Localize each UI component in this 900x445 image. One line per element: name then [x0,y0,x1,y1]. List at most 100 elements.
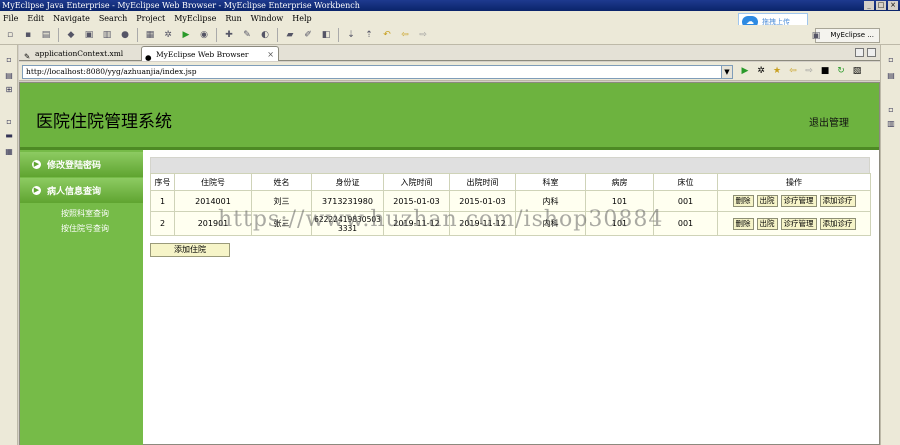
refresh-icon[interactable]: ↻ [835,65,847,77]
sidebar-item-patient-query[interactable]: ▶ 病人信息查询 [20,178,143,203]
restore-icon[interactable]: ▫ [4,117,14,127]
cell-id-card: 622224198305033331 [311,211,384,236]
next-annotation-icon[interactable]: ⇣ [345,29,357,41]
menu-run[interactable]: Run [225,14,241,23]
close-tab-icon[interactable]: × [267,47,274,62]
restore-icon[interactable]: ▫ [4,55,14,65]
chevron-down-icon[interactable]: ▼ [721,66,732,78]
package-explorer-icon[interactable]: ▤ [4,71,14,81]
minimize-editor-icon[interactable] [855,48,864,57]
logout-link[interactable]: 退出管理 [809,114,849,129]
add-treatment-button[interactable]: 添加诊疗 [819,217,856,230]
run-icon[interactable]: ▶ [180,29,192,41]
minimize-icon[interactable]: _ [864,1,874,10]
column-header: 床位 [653,173,718,191]
debug-icon[interactable]: ✲ [162,29,174,41]
cell-bed: 001 [653,211,718,236]
perspective-label: MyEclipse ... [830,31,874,39]
cell-id-card: 3713231980 [311,190,384,212]
forward-icon[interactable]: ⇨ [417,29,429,41]
server-icon[interactable]: ▣ [83,29,95,41]
left-trim-bar: ▫ ▤ ⊞ ▫ ▬ ▦ [0,45,18,445]
menu-window[interactable]: Window [251,14,284,23]
maximize-icon[interactable]: □ [876,1,886,10]
globe-icon[interactable]: ● [119,29,131,41]
open-type-icon[interactable]: ▦ [144,29,156,41]
add-treatment-button[interactable]: 添加诊疗 [819,195,856,207]
delete-button[interactable]: 删除 [732,217,754,230]
column-header: 身份证 [311,173,384,191]
close-icon[interactable]: × [888,1,898,10]
menu-project[interactable]: Project [136,14,165,23]
perspective-switcher[interactable]: MyEclipse ... [815,28,880,43]
package-icon[interactable]: ◆ [65,29,77,41]
web-page: 医院住院管理系统 退出管理 ▶ 修改登陆密码 ▶ 病人信息查询 按照科室查询 按… [19,82,880,445]
window-title: MyEclipse Java Enterprise - MyEclipse We… [2,1,360,10]
maximize-editor-icon[interactable] [867,48,876,57]
globe-icon: ● [145,53,152,62]
open-perspective-icon[interactable]: ▣ [810,30,822,41]
discharge-button[interactable]: 出院 [756,217,778,230]
add-admission-button[interactable]: 添加住院 [150,243,230,257]
external-tools-icon[interactable]: ◉ [198,29,210,41]
sidebar-link-by-department[interactable]: 按照科室查询 [61,208,109,219]
menu-myeclipse[interactable]: MyEclipse [174,14,216,23]
page-title: 医院住院管理系统 [36,112,172,132]
menu-file[interactable]: File [3,14,18,23]
browser-settings-icon[interactable]: ▧ [851,65,863,77]
browser-address-bar: http://localhost:8080/yyg/azhuanjia/inde… [19,62,880,81]
back-icon[interactable]: ⇦ [787,65,799,77]
cell-actions: 删除 出院 诊疗管理 添加诊疗 [717,190,871,212]
treatment-manage-button[interactable]: 诊疗管理 [780,217,817,230]
url-input[interactable]: http://localhost:8080/yyg/azhuanjia/inde… [22,65,733,79]
back-icon[interactable]: ⇦ [399,29,411,41]
sidebar-item-change-password[interactable]: ▶ 修改登陆密码 [20,152,143,177]
last-edit-icon[interactable]: ↶ [381,29,393,41]
column-header: 序号 [150,173,175,191]
delete-button[interactable]: 删除 [732,195,754,207]
toolbar-separator [338,27,339,42]
task-icon[interactable]: ◐ [259,29,271,41]
editor-tab-bar: ✎ applicationContext.xml ● MyEclipse Web… [19,45,880,62]
url-text: http://localhost:8080/yyg/azhuanjia/inde… [26,67,197,76]
pen-icon[interactable]: ✐ [302,29,314,41]
restore-icon[interactable]: ▫ [886,55,896,65]
prev-annotation-icon[interactable]: ⇡ [363,29,375,41]
sidebar-item-label: 修改登陆密码 [47,161,102,171]
open-folder-icon[interactable]: ▰ [284,29,296,41]
tab-label: MyEclipse Web Browser [156,50,249,59]
debug-icon[interactable]: ✲ [755,65,767,77]
table-toolbar [150,157,870,173]
cell-no: 1 [150,190,175,212]
table-header-row: 序号 住院号 姓名 身份证 入院时间 出院时间 科室 病房 床位 操作 [150,173,871,191]
stop-icon[interactable]: ■ [819,65,831,77]
new-class-icon[interactable]: ✚ [223,29,235,41]
tab-application-context[interactable]: ✎ applicationContext.xml [21,46,133,61]
highlight-icon[interactable]: ◧ [320,29,332,41]
hierarchy-icon[interactable]: ⊞ [4,85,14,95]
refactor-icon[interactable]: ✎ [241,29,253,41]
menu-help[interactable]: Help [292,14,311,23]
go-icon[interactable]: ▶ [739,65,751,77]
tab-web-browser[interactable]: ● MyEclipse Web Browser × [141,46,279,62]
outline-icon[interactable]: ▤ [886,71,896,81]
discharge-button[interactable]: 出院 [756,195,778,207]
menu-search[interactable]: Search [99,14,127,23]
properties-icon[interactable]: ▥ [886,119,896,129]
window-controls: _ □ × [864,1,898,10]
treatment-manage-button[interactable]: 诊疗管理 [780,195,817,207]
toolbar-separator [137,27,138,42]
star-icon[interactable]: ★ [771,65,783,77]
restore-icon[interactable]: ▫ [886,105,896,115]
console-icon[interactable]: ▬ [4,131,14,141]
save-icon[interactable]: ▪ [22,29,34,41]
cell-admit-date: 2015-01-03 [383,190,450,212]
forward-icon[interactable]: ⇨ [803,65,815,77]
problems-icon[interactable]: ▦ [4,147,14,157]
print-icon[interactable]: ▤ [40,29,52,41]
menu-edit[interactable]: Edit [27,14,44,23]
menu-navigate[interactable]: Navigate [53,14,90,23]
new-icon[interactable]: ▫ [4,29,16,41]
deploy-icon[interactable]: ▥ [101,29,113,41]
sidebar-link-by-admission-no[interactable]: 按住院号查询 [61,223,109,234]
